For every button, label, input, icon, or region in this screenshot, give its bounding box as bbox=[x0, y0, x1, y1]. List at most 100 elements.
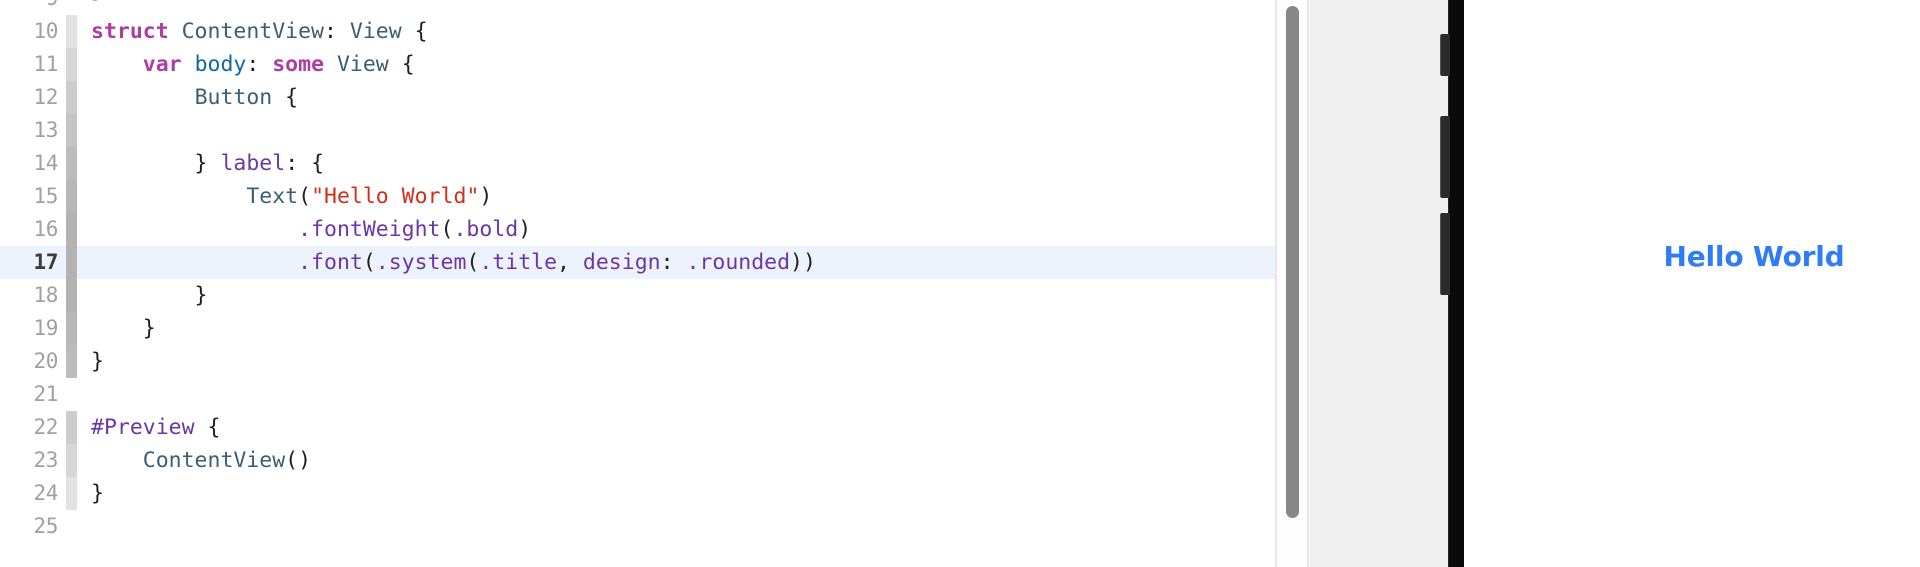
code-token: } bbox=[91, 316, 156, 341]
code-text[interactable]: Button { bbox=[91, 81, 299, 114]
line-number: 14 bbox=[33, 151, 59, 175]
line-number: 22 bbox=[33, 415, 59, 439]
code-token: var bbox=[142, 52, 195, 77]
code-token: { bbox=[194, 415, 221, 440]
code-token: : bbox=[246, 52, 273, 77]
scrollbar-thumb[interactable] bbox=[1286, 6, 1299, 518]
code-token: ) bbox=[479, 184, 493, 209]
preview-canvas[interactable]: Hello World bbox=[1308, 0, 1920, 567]
code-line[interactable]: 14 } label: { bbox=[0, 147, 1276, 180]
code-line[interactable]: 10 struct ContentView: View { bbox=[0, 15, 1276, 48]
code-token: View bbox=[349, 19, 402, 44]
device-screen[interactable]: Hello World bbox=[1464, 0, 1920, 567]
line-number: 24 bbox=[33, 481, 59, 505]
code-text[interactable]: Text("Hello World") bbox=[91, 180, 492, 213]
change-gutter-bar[interactable] bbox=[66, 147, 77, 180]
code-token: : { bbox=[285, 151, 325, 176]
preview-button-label[interactable]: Hello World bbox=[1464, 240, 1920, 273]
code-text[interactable]: } bbox=[91, 279, 208, 312]
code-token: body bbox=[194, 52, 247, 77]
change-gutter-bar[interactable] bbox=[66, 81, 77, 114]
code-line[interactable]: 9 bbox=[0, 0, 1276, 15]
change-gutter-bar[interactable] bbox=[66, 246, 77, 279]
code-token: label bbox=[220, 151, 286, 176]
code-line[interactable]: 24} bbox=[0, 477, 1276, 510]
code-token: } bbox=[91, 481, 104, 506]
code-token: #Preview bbox=[91, 415, 195, 440]
change-gutter-bar[interactable] bbox=[66, 15, 77, 48]
code-text[interactable]: } label: { bbox=[91, 147, 324, 180]
code-token: } bbox=[91, 349, 104, 374]
volume-down-button[interactable] bbox=[1441, 213, 1450, 295]
silent-switch-icon[interactable] bbox=[1441, 34, 1450, 76]
change-gutter-bar[interactable] bbox=[66, 378, 77, 411]
code-token: Button bbox=[194, 85, 273, 110]
code-token: )) bbox=[790, 250, 816, 275]
code-token: struct bbox=[91, 19, 182, 44]
code-text[interactable]: .font(.system(.title, design: .rounded)) bbox=[91, 246, 816, 279]
device-frame: Hello World bbox=[1441, 0, 1920, 567]
code-line[interactable]: 11 var body: some View { bbox=[0, 48, 1276, 81]
code-text[interactable]: #Preview { bbox=[91, 411, 220, 444]
code-token: .fontWeight bbox=[298, 217, 441, 242]
code-line[interactable]: 20} bbox=[0, 345, 1276, 378]
change-gutter-bar[interactable] bbox=[66, 411, 77, 444]
code-text[interactable]: .fontWeight(.bold) bbox=[91, 213, 531, 246]
code-token: ( bbox=[440, 217, 454, 242]
code-token: .rounded bbox=[686, 250, 791, 275]
code-text[interactable]: struct ContentView: View { bbox=[91, 15, 428, 48]
change-gutter-bar[interactable] bbox=[66, 114, 77, 147]
code-token: .font bbox=[298, 250, 363, 275]
volume-up-button[interactable] bbox=[1441, 116, 1450, 198]
code-line[interactable]: 19 } bbox=[0, 312, 1276, 345]
line-number: 10 bbox=[33, 19, 59, 43]
code-line[interactable]: 16 .fontWeight(.bold) bbox=[0, 213, 1276, 246]
code-text[interactable]: } bbox=[91, 345, 104, 378]
line-number: 13 bbox=[33, 118, 59, 142]
line-number: 16 bbox=[33, 217, 59, 241]
change-gutter-bar[interactable] bbox=[66, 0, 77, 15]
code-line[interactable]: 15 Text("Hello World") bbox=[0, 180, 1276, 213]
change-gutter-bar[interactable] bbox=[66, 279, 77, 312]
code-text[interactable]: var body: some View { bbox=[91, 48, 415, 81]
code-line[interactable]: 23 ContentView() bbox=[0, 444, 1276, 477]
code-line[interactable]: 25 bbox=[0, 510, 1276, 543]
line-number: 18 bbox=[33, 283, 59, 307]
line-number: 15 bbox=[33, 184, 59, 208]
code-token: { bbox=[272, 85, 299, 110]
change-gutter-bar[interactable] bbox=[66, 213, 77, 246]
code-token: ( bbox=[466, 250, 480, 275]
code-token: some bbox=[272, 52, 337, 77]
change-gutter-bar[interactable] bbox=[66, 510, 77, 543]
code-text[interactable]: } bbox=[91, 477, 104, 510]
line-number: 17 bbox=[33, 250, 59, 274]
code-token: { bbox=[401, 19, 428, 44]
code-line[interactable]: 21 bbox=[0, 378, 1276, 411]
code-line[interactable]: 12 Button { bbox=[0, 81, 1276, 114]
code-line[interactable]: 22 #Preview { bbox=[0, 411, 1276, 444]
code-token: } bbox=[91, 283, 208, 308]
code-text[interactable]: } bbox=[91, 312, 156, 345]
code-token: : bbox=[660, 250, 687, 275]
vertical-scrollbar[interactable] bbox=[1276, 0, 1308, 567]
change-gutter-bar[interactable] bbox=[66, 477, 77, 510]
line-number: 21 bbox=[33, 382, 59, 406]
code-editor[interactable]: 8 } 910struct ContentView: View {11 var … bbox=[0, 0, 1276, 567]
code-token: ( bbox=[362, 250, 376, 275]
code-text[interactable]: ContentView() bbox=[91, 444, 311, 477]
code-line[interactable]: 18 } bbox=[0, 279, 1276, 312]
code-line[interactable]: 13 bbox=[0, 114, 1276, 147]
code-token: , bbox=[557, 250, 583, 275]
line-number: 19 bbox=[33, 316, 59, 340]
change-gutter-bar[interactable] bbox=[66, 444, 77, 477]
line-number: 25 bbox=[33, 514, 59, 538]
change-gutter-bar[interactable] bbox=[66, 180, 77, 213]
code-token: "Hello World" bbox=[311, 184, 480, 209]
code-token: } bbox=[91, 151, 221, 176]
code-line[interactable]: 17 .font(.system(.title, design: .rounde… bbox=[0, 246, 1276, 279]
change-gutter-bar[interactable] bbox=[66, 48, 77, 81]
change-gutter-bar[interactable] bbox=[66, 345, 77, 378]
change-gutter-bar[interactable] bbox=[66, 312, 77, 345]
